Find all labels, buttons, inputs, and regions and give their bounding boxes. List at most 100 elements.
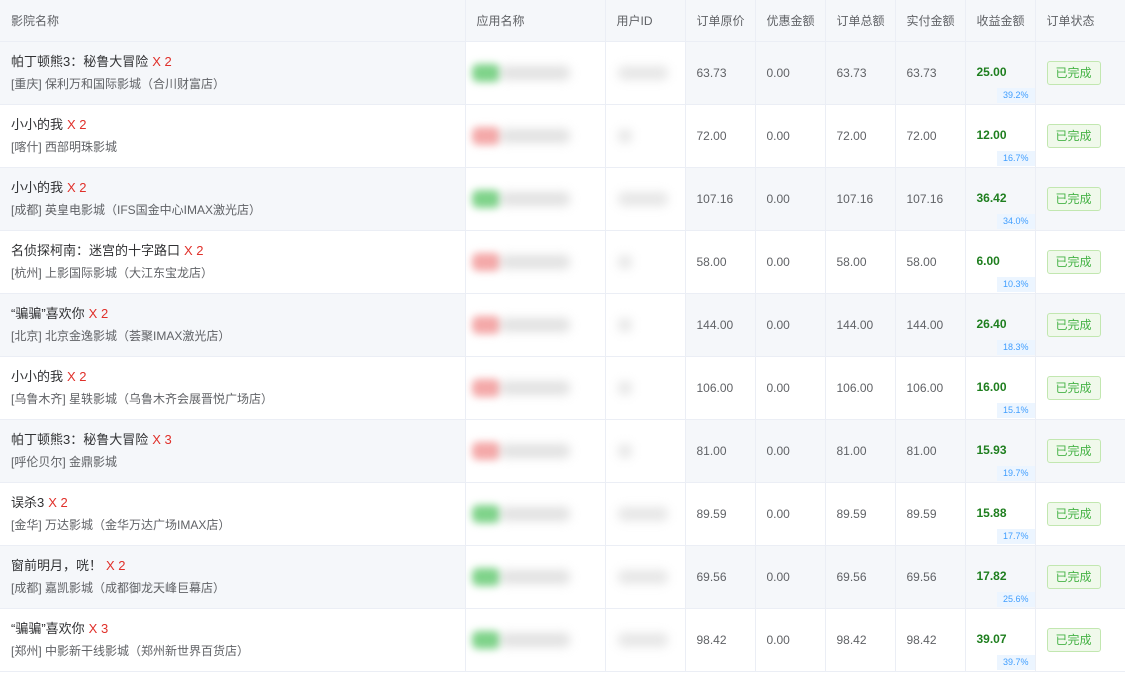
profit-rate: 25.6% [996,591,1034,607]
app-name-redacted [466,294,605,356]
orders-table: 影院名称 应用名称 用户ID 订单原价 优惠金额 订单总额 实付金额 收益金额 … [0,0,1125,672]
discount-amount: 0.00 [755,545,826,609]
app-name-blur [499,65,570,80]
table-row[interactable]: “骗骗”喜欢你 X 2 [北京] 北京金逸影城（荟聚IMAX激光店） 144.00 0.… [0,293,1125,357]
movie-title-line: 小小的我 X 2 [11,116,464,134]
cinema-name: [金华] 万达影城（金华万达广场IMAX店） [11,517,231,532]
user-id-blur [617,380,632,395]
profit-rate: 39.2% [996,87,1034,103]
cinema-cell: 小小的我 X 2 [成都] 英皇电影城（IFS国金中心IMAX激光店） [0,167,466,231]
status-cell: 已完成 [1035,608,1125,672]
ticket-quantity: X 3 [152,431,172,447]
paid-amount: 89.59 [895,482,966,546]
table-body: 帕丁顿熊3：秘鲁大冒险 X 2 [重庆] 保利万和国际影城（合川财富店） 63.73 0… [0,41,1125,672]
discount-amount: 0.00 [755,419,826,483]
app-icon [471,189,500,208]
cinema-cell: 误杀3 X 2 [金华] 万达影城（金华万达广场IMAX店） [0,482,466,546]
app-name-redacted [466,420,605,482]
discount-amount: 0.00 [755,104,826,168]
cinema-name: [重庆] 保利万和国际影城（合川财富店） [11,76,226,91]
order-total: 107.16 [825,167,896,231]
header-original-price[interactable]: 订单原价 [685,0,756,42]
status-badge: 已完成 [1046,501,1101,526]
original-price: 72.00 [685,104,756,168]
table-header-row: 影院名称 应用名称 用户ID 订单原价 优惠金额 订单总额 实付金额 收益金额 … [0,0,1125,42]
user-id-cell [605,293,686,357]
profit-rate: 16.7% [996,150,1034,166]
movie-title-line: 小小的我 X 2 [11,179,464,197]
app-name-blur [499,569,570,584]
discount-amount: 0.00 [755,608,826,672]
discount-amount: 0.00 [755,41,826,105]
movie-title: 小小的我 [11,116,64,132]
profit-cell: 6.00 10.3% [965,230,1036,294]
status-cell: 已完成 [1035,482,1125,546]
cinema-name: [杭州] 上影国际影城（大江东宝龙店） [11,265,214,280]
profit-cell: 26.40 18.3% [965,293,1036,357]
cinema-cell: 帕丁顿熊3：秘鲁大冒险 X 3 [呼伦贝尔] 金鼎影城 [0,419,466,483]
header-paid-amount[interactable]: 实付金额 [895,0,966,42]
status-badge: 已完成 [1046,60,1101,85]
original-price: 144.00 [685,293,756,357]
profit-cell: 39.07 39.7% [965,608,1036,672]
header-profit[interactable]: 收益金额 [965,0,1036,42]
profit-amount: 15.93 [976,442,1007,457]
movie-title: 误杀3 [11,494,45,510]
profit-cell: 15.93 19.7% [965,419,1036,483]
header-user-id[interactable]: 用户ID [605,0,686,42]
header-cinema-name[interactable]: 影院名称 [0,0,466,42]
app-name-blur [499,380,570,395]
order-total: 58.00 [825,230,896,294]
cinema-cell: 名侦探柯南：迷宫的十字路口 X 2 [杭州] 上影国际影城（大江东宝龙店） [0,230,466,294]
user-id-cell [605,356,686,420]
user-id-blur [617,128,632,143]
app-icon [471,63,500,82]
user-id-cell [605,41,686,105]
status-badge: 已完成 [1046,312,1101,337]
app-name-redacted [466,105,605,167]
app-name-cell [465,230,606,294]
status-badge: 已完成 [1046,627,1101,652]
table-row[interactable]: 小小的我 X 2 [乌鲁木齐] 星轶影城（乌鲁木齐会展晋悦广场店） 106.00 0.0… [0,356,1125,420]
paid-amount: 107.16 [895,167,966,231]
app-name-blur [499,254,570,269]
user-id-blur [617,65,668,80]
table-row[interactable]: 小小的我 X 2 [喀什] 西部明珠影城 72.00 0.00 72.00 72.00 12.… [0,104,1125,168]
table-row[interactable]: “骗骗”喜欢你 X 3 [郑州] 中影新干线影城（郑州新世界百货店） 98.42 0.0… [0,608,1125,672]
app-name-cell [465,293,606,357]
profit-cell: 15.88 17.7% [965,482,1036,546]
app-name-redacted [466,546,605,608]
header-app-name[interactable]: 应用名称 [465,0,606,42]
cinema-name: [北京] 北京金逸影城（荟聚IMAX激光店） [11,328,231,343]
profit-amount: 39.07 [976,631,1007,646]
paid-amount: 106.00 [895,356,966,420]
ticket-quantity: X 2 [88,305,109,321]
app-icon [471,252,500,271]
status-cell: 已完成 [1035,545,1125,609]
table-row[interactable]: 帕丁顿熊3：秘鲁大冒险 X 3 [呼伦贝尔] 金鼎影城 81.00 0.00 81.00 8… [0,419,1125,483]
profit-amount: 25.00 [976,64,1007,79]
table-row[interactable]: 名侦探柯南：迷宫的十字路口 X 2 [杭州] 上影国际影城（大江东宝龙店） 58.00… [0,230,1125,294]
movie-title: 名侦探柯南：迷宫的十字路口 [11,242,181,258]
header-order-status[interactable]: 订单状态 [1035,0,1125,42]
table-row[interactable]: 误杀3 X 2 [金华] 万达影城（金华万达广场IMAX店） 89.59 0.00 89.… [0,482,1125,546]
profit-rate: 39.7% [996,654,1034,670]
order-total: 106.00 [825,356,896,420]
paid-amount: 58.00 [895,230,966,294]
ticket-quantity: X 3 [88,620,109,636]
movie-title-line: 窗前明月，咣！ X 2 [11,557,464,575]
user-id-redacted [606,483,685,545]
header-discount[interactable]: 优惠金额 [755,0,826,42]
cinema-cell: 小小的我 X 2 [乌鲁木齐] 星轶影城（乌鲁木齐会展晋悦广场店） [0,356,466,420]
table-row[interactable]: 窗前明月，咣！ X 2 [成都] 嘉凯影城（成都御龙天峰巨幕店） 69.56 0.00 6… [0,545,1125,609]
original-price: 107.16 [685,167,756,231]
user-id-blur [617,254,632,269]
table-row[interactable]: 帕丁顿熊3：秘鲁大冒险 X 2 [重庆] 保利万和国际影城（合川财富店） 63.73 0… [0,41,1125,105]
app-name-redacted [466,231,605,293]
profit-cell: 12.00 16.7% [965,104,1036,168]
table-row[interactable]: 小小的我 X 2 [成都] 英皇电影城（IFS国金中心IMAX激光店） 107.16 0… [0,167,1125,231]
profit-cell: 17.82 25.6% [965,545,1036,609]
profit-cell: 16.00 15.1% [965,356,1036,420]
header-order-total[interactable]: 订单总额 [825,0,896,42]
original-price: 69.56 [685,545,756,609]
